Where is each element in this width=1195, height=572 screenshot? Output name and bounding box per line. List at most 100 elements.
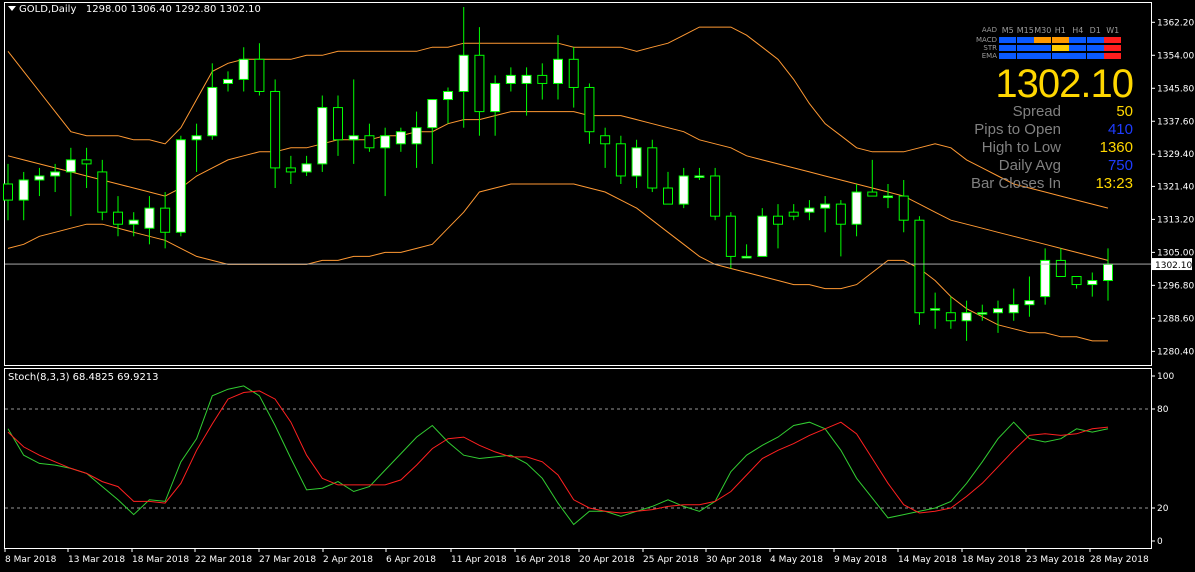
candle[interactable] [18, 171, 29, 221]
candle[interactable] [285, 155, 296, 184]
bull-candle-body [34, 175, 45, 181]
candle[interactable] [81, 147, 92, 189]
time-tick-label: 8 Mar 2018 [5, 555, 57, 565]
candle[interactable] [207, 63, 218, 140]
indicator-row-label: EMA [981, 52, 997, 60]
bull-candle-body [694, 175, 705, 178]
candle[interactable] [333, 95, 343, 156]
trend-cell [1034, 45, 1051, 51]
candle[interactable] [930, 292, 941, 329]
bull-candle-body [1087, 280, 1098, 286]
candle[interactable] [945, 296, 956, 329]
symbol-header[interactable]: GOLD,Daily 1298.00 1306.40 1292.80 1302.… [8, 4, 261, 15]
candle[interactable] [631, 139, 642, 189]
candle[interactable] [395, 127, 406, 152]
candle[interactable] [65, 147, 76, 217]
candle[interactable] [97, 159, 108, 221]
candle[interactable] [883, 184, 893, 209]
candle[interactable] [820, 196, 831, 233]
dropdown-triangle-icon[interactable] [8, 6, 16, 11]
bear-candle-body [898, 195, 909, 221]
candle[interactable] [741, 244, 752, 259]
bull-candle-body [930, 308, 941, 311]
info-row-value: 1360 [1099, 139, 1133, 156]
candle[interactable] [317, 95, 328, 172]
candle[interactable] [568, 47, 579, 108]
candle[interactable] [1055, 248, 1066, 278]
bull-candle-body [223, 78, 233, 84]
candle[interactable] [773, 204, 783, 249]
candle[interactable] [301, 155, 312, 176]
bull-candle-body [977, 312, 988, 315]
candle[interactable] [191, 123, 202, 172]
candle[interactable] [1024, 276, 1035, 317]
candle[interactable] [223, 71, 233, 92]
price-axis: 1362.20 1354.00 1345.80 1337.60 1329.40 1321.… [1151, 18, 1194, 357]
candle[interactable] [1040, 248, 1051, 305]
candle[interactable] [521, 67, 532, 116]
timeframe-label: M5 [1001, 26, 1014, 35]
candle[interactable] [411, 111, 422, 168]
candle[interactable] [694, 167, 705, 180]
candle[interactable] [175, 135, 186, 237]
info-row: Pips to Open 410 [903, 121, 1133, 139]
candle[interactable] [113, 196, 123, 237]
trend-cell [1051, 53, 1069, 59]
candle[interactable] [584, 83, 595, 144]
bull-candle-body [175, 139, 186, 233]
trend-cell [1016, 37, 1034, 43]
candle[interactable] [993, 300, 1003, 333]
candle[interactable] [914, 216, 925, 325]
stoch-header: Stoch(8,3,3) 68.4825 69.9213 [8, 372, 159, 383]
candle[interactable] [50, 163, 61, 193]
bull-candle-body [301, 163, 312, 173]
candle[interactable] [380, 127, 391, 197]
price-tick-label: 1296.80 [1157, 281, 1194, 291]
candle[interactable] [238, 47, 249, 92]
candle[interactable] [788, 204, 799, 221]
candle[interactable] [34, 167, 45, 197]
candle[interactable] [647, 139, 658, 193]
candle[interactable] [851, 184, 862, 237]
trend-cell [1086, 45, 1104, 51]
candle[interactable] [663, 171, 673, 205]
candle[interactable] [1087, 272, 1098, 297]
candle[interactable] [867, 159, 878, 197]
time-tick-label: 20 Apr 2018 [579, 555, 635, 565]
candle[interactable] [458, 7, 469, 128]
candle[interactable] [804, 200, 815, 221]
price-tick-label: 1329.40 [1157, 150, 1194, 160]
candle[interactable] [254, 43, 265, 96]
bear-candle-body [914, 219, 925, 314]
timeframe-label: M15 [1016, 26, 1034, 35]
candle[interactable] [600, 127, 611, 168]
candle[interactable] [678, 167, 689, 209]
symbol-label: GOLD,Daily [19, 4, 77, 15]
candle[interactable] [553, 35, 563, 100]
candle[interactable] [537, 63, 548, 100]
bear-candle-body [160, 207, 171, 233]
candle[interactable] [1071, 276, 1082, 289]
candle[interactable] [710, 167, 721, 221]
candle[interactable] [490, 75, 501, 136]
candle[interactable] [270, 79, 281, 189]
stoch-tick-label: 80 [1157, 405, 1169, 415]
candle[interactable] [364, 123, 375, 152]
info-row-label: Bar Closes In [970, 175, 1061, 192]
candle[interactable] [757, 208, 768, 257]
bear-candle-body [537, 74, 548, 84]
bear-candle-body [600, 135, 611, 145]
candle[interactable] [505, 67, 516, 92]
candle[interactable] [348, 79, 359, 164]
timeframe-label: D1 [1089, 26, 1101, 35]
candle[interactable] [725, 212, 736, 269]
bear-candle-body [867, 191, 878, 197]
candle[interactable] [835, 200, 846, 257]
candle[interactable] [1103, 248, 1113, 301]
bull-candle-body [993, 308, 1003, 314]
candle[interactable] [443, 87, 453, 124]
candle[interactable] [1008, 288, 1019, 321]
bull-candle-body [678, 175, 689, 205]
candle[interactable] [615, 135, 626, 184]
bull-candle-body [443, 90, 453, 101]
